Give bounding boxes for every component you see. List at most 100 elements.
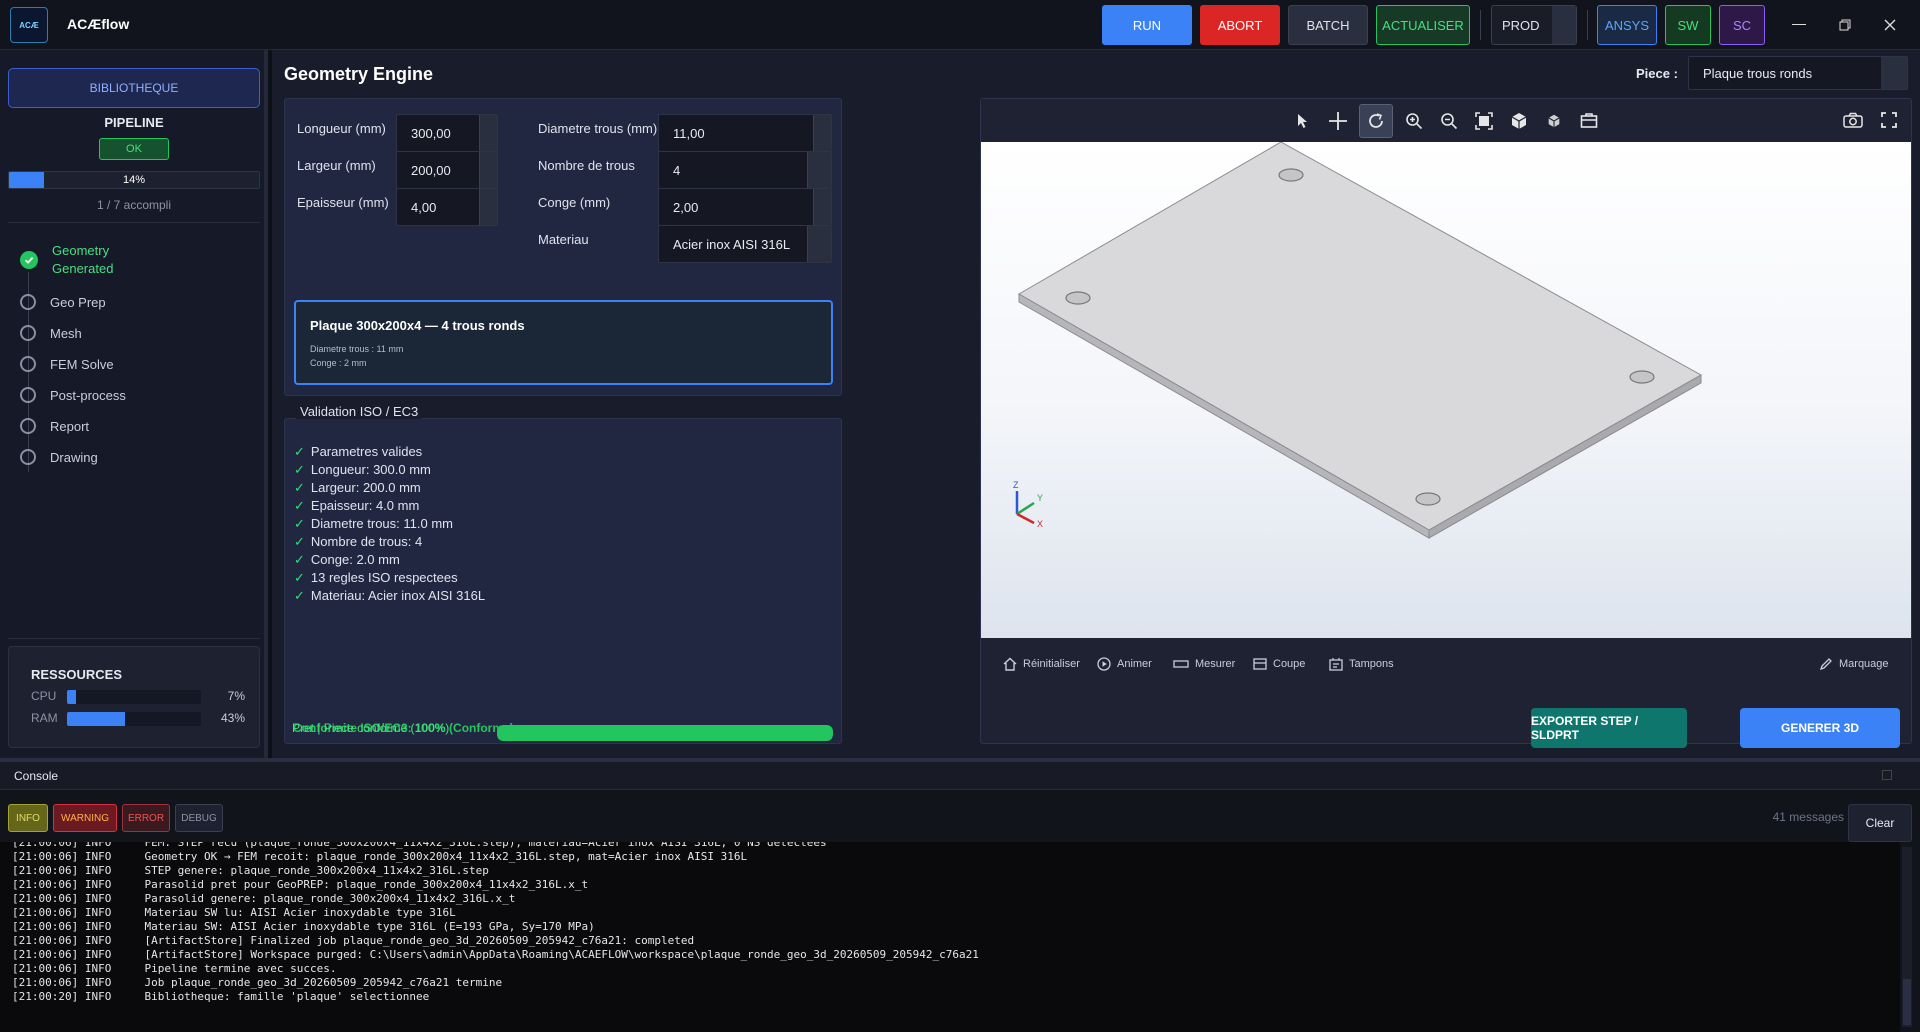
cursor-icon[interactable] xyxy=(1289,107,1317,135)
conformity-bar-fill xyxy=(497,725,833,741)
generate-3d-button[interactable]: GENERER 3D xyxy=(1740,708,1900,748)
step-geometry-generated[interactable]: Geometry Generated xyxy=(20,242,240,278)
library-button[interactable]: BIBLIOTHEQUE xyxy=(8,68,260,108)
pan-icon[interactable] xyxy=(1324,107,1352,135)
validation-item: ✓ Largeur: 200.0 mm xyxy=(294,479,485,497)
status-badge: OK xyxy=(99,138,169,160)
step-geo-prep[interactable]: Geo Prep xyxy=(20,294,106,310)
spinner-icon[interactable] xyxy=(807,152,831,188)
step-circle-icon xyxy=(20,325,36,341)
divider xyxy=(8,222,260,223)
animate-button[interactable]: Animer xyxy=(1097,657,1152,671)
step-circle-icon xyxy=(20,449,36,465)
spinner-icon[interactable] xyxy=(813,115,831,151)
step-label: FEM Solve xyxy=(50,356,114,372)
filter-warning-button[interactable]: WARNING xyxy=(53,804,117,832)
fit-view-icon[interactable] xyxy=(1470,107,1498,135)
fullscreen-icon[interactable] xyxy=(1875,106,1903,134)
log-line: [21:00:06] INFO Materiau SW lu: AISI Aci… xyxy=(12,906,456,919)
step-label: Drawing xyxy=(50,449,98,465)
validation-panel: ✓ Parametres valides ✓ Longueur: 300.0 mm ✓ L… xyxy=(284,418,842,744)
pipeline-sidebar: BIBLIOTHEQUE PIPELINE OK 14% 1 / 7 accom… xyxy=(0,50,268,758)
filter-debug-button[interactable]: DEBUG xyxy=(175,804,223,832)
filter-info-button[interactable]: INFO xyxy=(8,804,48,832)
spinner-icon[interactable] xyxy=(813,189,831,225)
sc-button[interactable]: SC xyxy=(1719,5,1765,45)
ansys-button[interactable]: ANSYS xyxy=(1597,5,1657,45)
export-step-button[interactable]: EXPORTER STEP / SLDPRT xyxy=(1531,708,1687,748)
scrollbar-thumb[interactable] xyxy=(1903,979,1911,1025)
conge-field[interactable]: 2,00 xyxy=(658,188,832,226)
main-area: Geometry Engine Piece : Plaque trous ron… xyxy=(272,50,1920,758)
console-float-icon[interactable] xyxy=(1882,770,1892,780)
measure-button[interactable]: Mesurer xyxy=(1173,657,1235,671)
close-icon[interactable] xyxy=(1884,18,1896,31)
validation-item: ✓ Materiau: Acier inox AISI 316L xyxy=(294,587,485,605)
zoom-in-icon[interactable] xyxy=(1400,107,1428,135)
step-drawing[interactable]: Drawing xyxy=(20,449,98,465)
section-box-icon[interactable] xyxy=(1575,107,1603,135)
check-icon: ✓ xyxy=(294,588,305,603)
nombre-label: Nombre de trous xyxy=(538,158,635,173)
check-icon: ✓ xyxy=(294,552,305,567)
camera-icon[interactable] xyxy=(1839,106,1867,134)
chevron-down-icon[interactable] xyxy=(807,226,831,262)
step-fem-solve[interactable]: FEM Solve xyxy=(20,356,114,372)
rotate-icon[interactable] xyxy=(1359,103,1393,138)
actualiser-button[interactable]: ACTUALISER xyxy=(1376,5,1470,45)
step-report[interactable]: Report xyxy=(20,418,89,434)
zoom-out-icon[interactable] xyxy=(1435,107,1463,135)
clear-button[interactable]: Clear xyxy=(1848,804,1912,842)
chevron-down-icon xyxy=(1552,6,1576,44)
restore-icon[interactable] xyxy=(1839,18,1851,31)
console-scrollbar[interactable] xyxy=(1902,847,1912,1027)
spinner-icon[interactable] xyxy=(479,115,497,151)
longueur-field[interactable]: 300,00 xyxy=(396,114,498,152)
axis-x-label: X xyxy=(1037,519,1043,529)
iso-view-icon[interactable] xyxy=(1505,107,1533,135)
step-circle-icon xyxy=(20,387,36,403)
pencil-icon xyxy=(1819,658,1832,671)
toolbar-divider xyxy=(1480,10,1481,40)
home-icon xyxy=(1003,657,1017,671)
nombre-value: 4 xyxy=(673,162,681,178)
viewport[interactable]: Z Y X xyxy=(981,141,1911,638)
log-line: [21:00:06] INFO Parasolid pret pour GeoP… xyxy=(12,878,589,891)
log-line: [21:00:06] INFO FEM: STEP recu (plaque_r… xyxy=(12,842,827,849)
viewer-3d: Z Y X Réinitialiser Animer Mesurer Coupe… xyxy=(980,98,1912,744)
step-post-process[interactable]: Post-process xyxy=(20,387,126,403)
minimize-icon[interactable] xyxy=(1792,24,1806,25)
cut-button[interactable]: Coupe xyxy=(1253,657,1305,671)
step-label: Geo Prep xyxy=(50,294,106,310)
measure-label: Mesurer xyxy=(1195,658,1236,670)
page-title: Geometry Engine xyxy=(284,64,434,84)
play-icon xyxy=(1097,657,1111,671)
reset-button[interactable]: Réinitialiser xyxy=(1003,657,1080,671)
piece-select[interactable]: Plaque trous ronds xyxy=(1688,56,1908,90)
prod-select[interactable]: PROD xyxy=(1491,5,1577,45)
shaded-view-icon[interactable] xyxy=(1540,107,1568,135)
stamps-button[interactable]: Tampons xyxy=(1329,657,1394,671)
abort-button[interactable]: ABORT xyxy=(1200,5,1280,45)
validation-item: ✓ Diametre trous: 11.0 mm xyxy=(294,515,485,533)
materiau-select[interactable]: Acier inox AISI 316L xyxy=(658,225,832,263)
sw-button[interactable]: SW xyxy=(1665,5,1711,45)
batch-button[interactable]: BATCH xyxy=(1288,5,1368,45)
epaisseur-field[interactable]: 4,00 xyxy=(396,188,498,226)
epaisseur-value: 4,00 xyxy=(411,199,437,215)
marking-button[interactable]: Marquage xyxy=(1819,657,1889,671)
run-button[interactable]: RUN xyxy=(1102,5,1192,45)
longueur-value: 300,00 xyxy=(411,125,451,141)
pipeline-progress-label: 14% xyxy=(122,174,146,186)
validation-item-text: Diametre trous: 11.0 mm xyxy=(310,516,453,531)
log-line: [21:00:06] INFO [ArtifactStore] Workspac… xyxy=(12,948,979,961)
largeur-field[interactable]: 200,00 xyxy=(396,151,498,189)
validation-item-text: Largeur: 200.0 mm xyxy=(310,480,421,495)
spinner-icon[interactable] xyxy=(479,152,497,188)
diametre-field[interactable]: 11,00 xyxy=(658,114,832,152)
step-mesh[interactable]: Mesh xyxy=(20,325,82,341)
spinner-icon[interactable] xyxy=(479,189,497,225)
animate-label: Animer xyxy=(1117,658,1152,670)
nombre-field[interactable]: 4 xyxy=(658,151,832,189)
filter-error-button[interactable]: ERROR xyxy=(122,804,170,832)
